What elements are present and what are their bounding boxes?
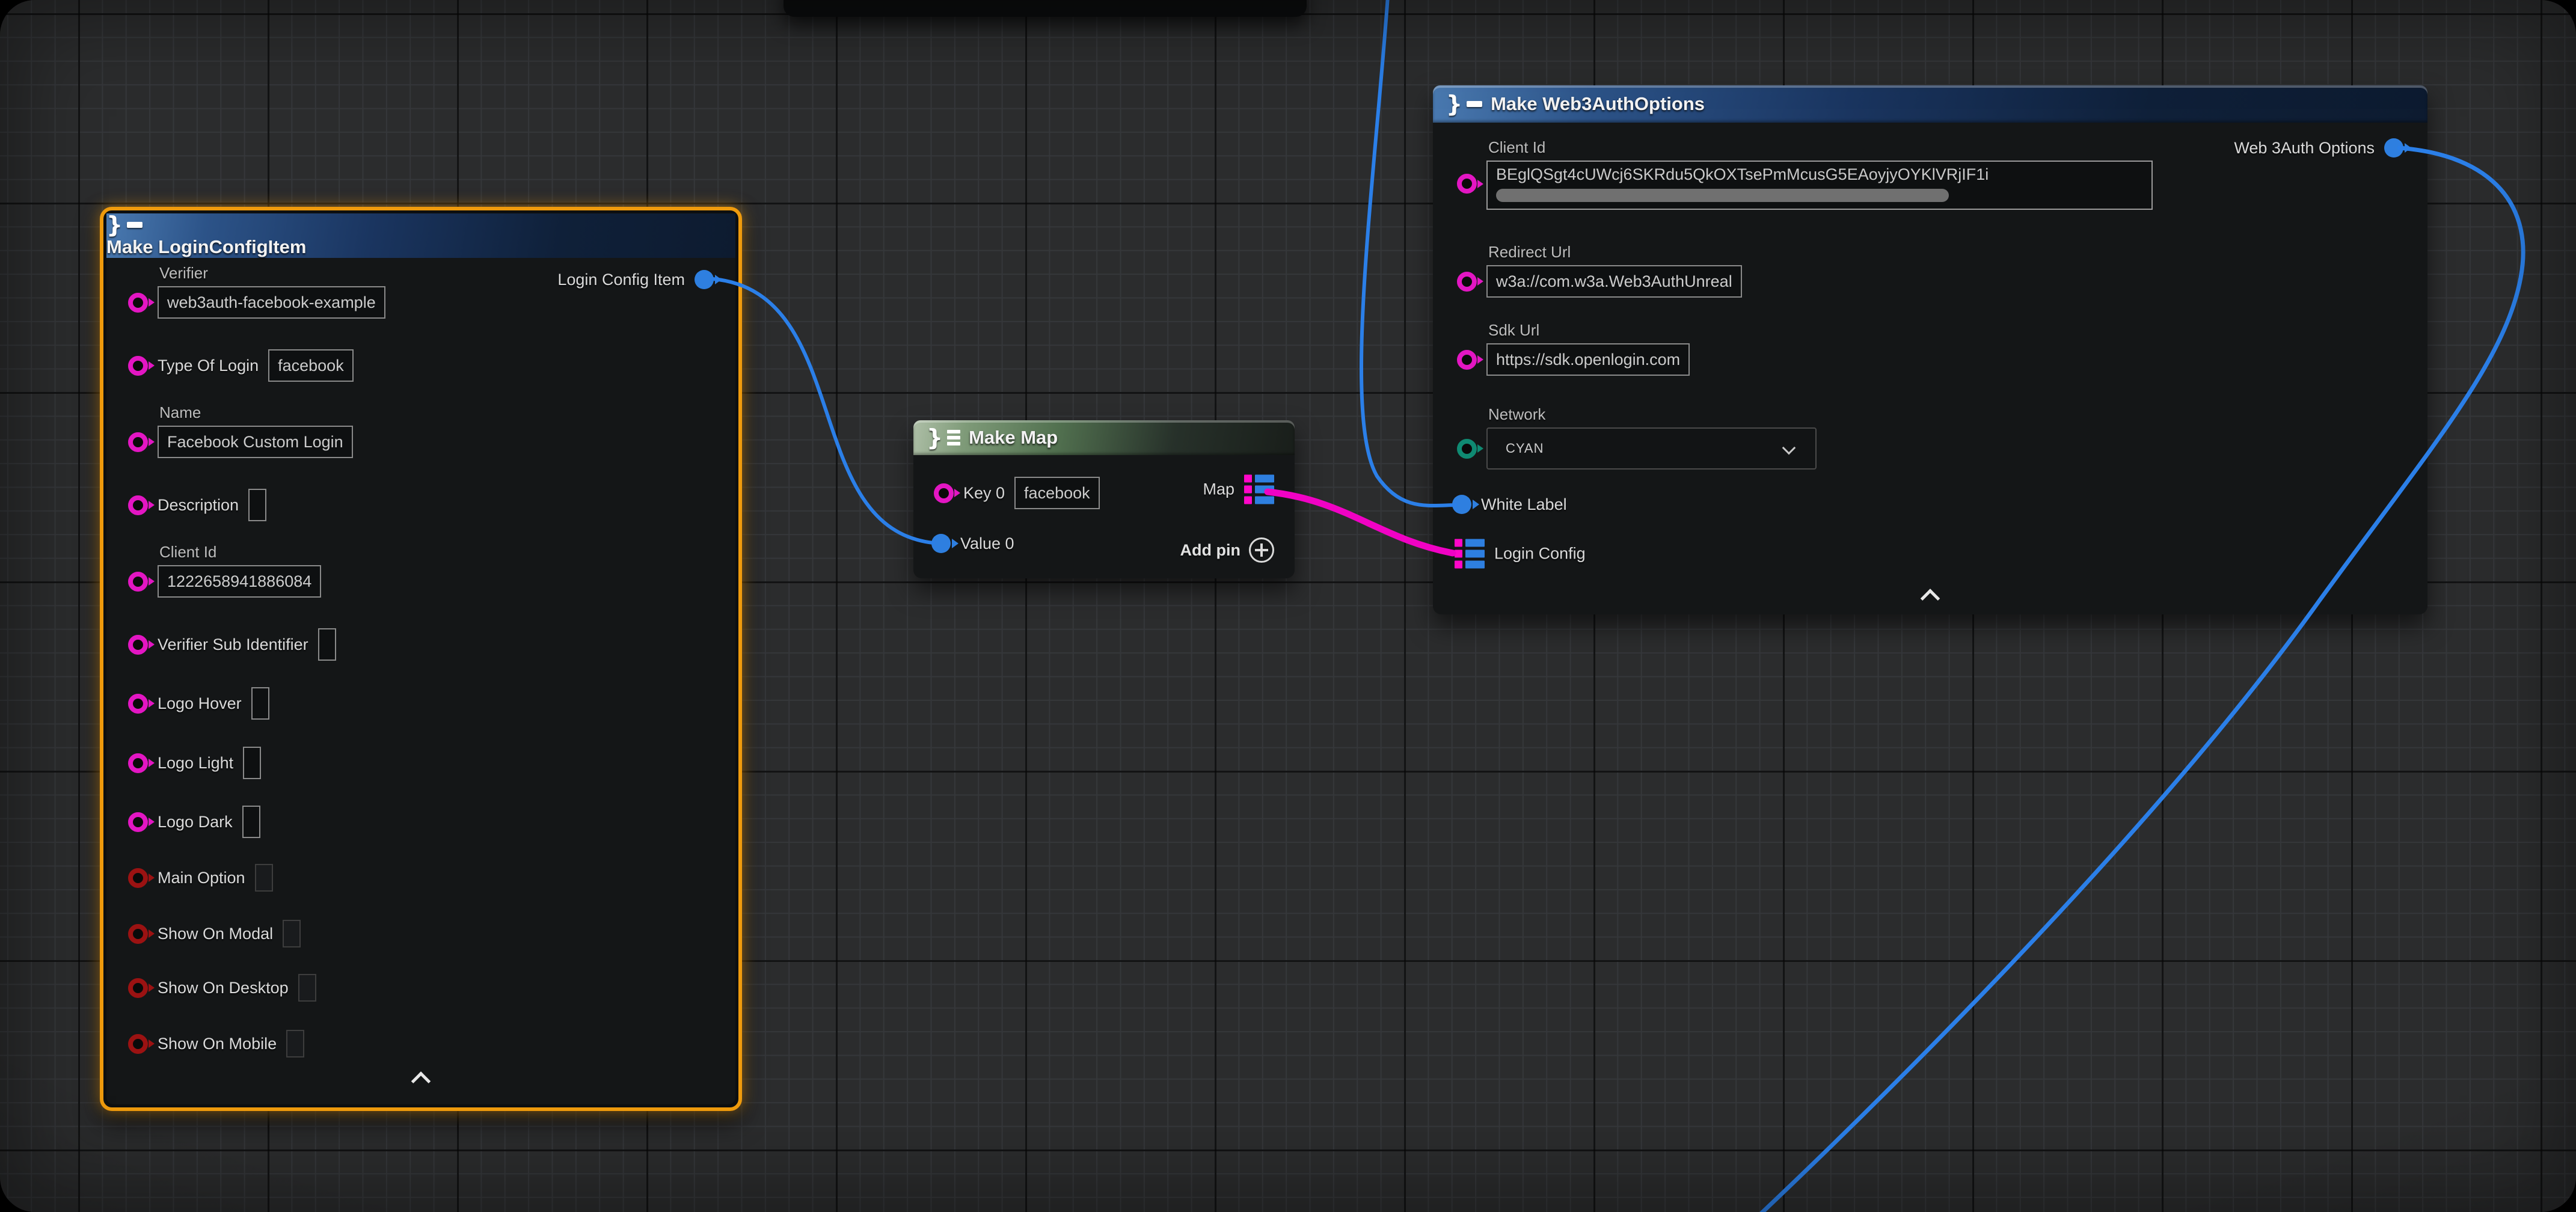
logo-hover-input[interactable] [251,687,269,720]
make-struct-icon: } [106,213,735,236]
verifier-pin[interactable] [128,293,148,313]
show-on-desktop-pin[interactable] [128,978,148,998]
white-label-pin[interactable] [1452,495,1471,514]
wire-loginconfigitem-to-value0 [713,279,933,543]
type-of-login-pin[interactable] [128,356,148,376]
sdk-url-input[interactable]: https://sdk.openlogin.com [1486,343,1690,376]
client-id-input[interactable]: BEglQSgt4cUWcj6SKRdu5QkOXTsePmMcusG5EAoy… [1486,161,2153,210]
main-option-pin[interactable] [128,868,148,888]
redirect-url-pin[interactable] [1457,272,1477,292]
verifier-input[interactable]: web3auth-facebook-example [158,286,385,319]
value0-pin[interactable] [931,534,951,553]
client-id-pin[interactable] [1457,174,1477,194]
description-input[interactable] [248,489,266,521]
blueprint-graph-canvas[interactable]: } Make LoginConfigItem Login Config Item… [0,0,2576,1212]
verifier-sub-identifier-pin[interactable] [128,635,148,655]
name-input[interactable]: Facebook Custom Login [158,426,353,458]
description-pin[interactable] [128,495,148,515]
key0-input[interactable]: facebook [1014,477,1100,509]
key0-pin[interactable] [934,483,954,503]
logo-light-input[interactable] [243,747,261,779]
login-config-pin[interactable] [1455,539,1485,569]
show-on-mobile-checkbox[interactable] [286,1030,304,1057]
add-pin-icon [1249,537,1274,563]
node-header[interactable]: } Make Web3AuthOptions [1433,85,2427,123]
output-pin-label: Login Config Item [557,271,685,289]
node-header[interactable]: } Make Map [913,420,1295,455]
logo-dark-input[interactable] [242,806,260,838]
network-pin[interactable] [1457,439,1477,459]
login-config-item-output-pin[interactable] [695,270,714,289]
collapse-node-chevron-icon[interactable] [1921,589,1940,608]
make-struct-icon: } [1446,93,1482,115]
show-on-modal-pin[interactable] [128,924,148,944]
node-make-loginconfigitem[interactable]: } Make LoginConfigItem Login Config Item… [100,207,742,1111]
type-of-login-input[interactable]: facebook [268,349,354,382]
logo-light-pin[interactable] [128,753,148,773]
node-title: Make LoginConfigItem [106,236,306,257]
sdk-url-pin[interactable] [1457,350,1477,370]
logo-hover-pin[interactable] [128,694,148,714]
node-make-web3authoptions[interactable]: } Make Web3AuthOptions Web 3Auth Options… [1433,85,2427,614]
offscreen-node-edge [784,0,1307,17]
client-id-pin[interactable] [128,572,148,592]
name-pin[interactable] [128,432,148,452]
wire-map-to-loginconfig [1268,492,1453,553]
pin-caption: Verifier [159,264,385,283]
show-on-modal-checkbox[interactable] [283,920,301,947]
add-pin-button[interactable]: Add pin [1180,537,1274,563]
node-title: Make Web3AuthOptions [1491,93,1705,115]
redirect-url-input[interactable]: w3a://com.w3a.Web3AuthUnreal [1486,265,1742,298]
textbox-horizontal-scrollbar[interactable] [1496,189,1949,202]
node-make-map[interactable]: } Make Map Key 0 facebook Map Value 0 Ad… [913,420,1295,578]
show-on-desktop-checkbox[interactable] [298,974,316,1002]
web3auth-options-output-pin[interactable] [2384,138,2403,158]
logo-dark-pin[interactable] [128,812,148,832]
map-output-pin[interactable] [1244,475,1274,504]
main-option-checkbox[interactable] [255,864,273,892]
node-header[interactable]: } Make LoginConfigItem [106,213,735,258]
show-on-mobile-pin[interactable] [128,1034,148,1054]
network-dropdown[interactable]: CYAN [1486,427,1817,470]
verifier-sub-identifier-input[interactable] [318,628,336,661]
output-pin-label: Web 3Auth Options [2234,139,2375,158]
node-title: Make Map [969,427,1058,448]
client-id-input[interactable]: 1222658941886084 [158,565,321,598]
make-map-icon: } [927,426,960,449]
collapse-node-chevron-icon[interactable] [411,1071,431,1091]
chevron-down-icon [1782,441,1796,455]
